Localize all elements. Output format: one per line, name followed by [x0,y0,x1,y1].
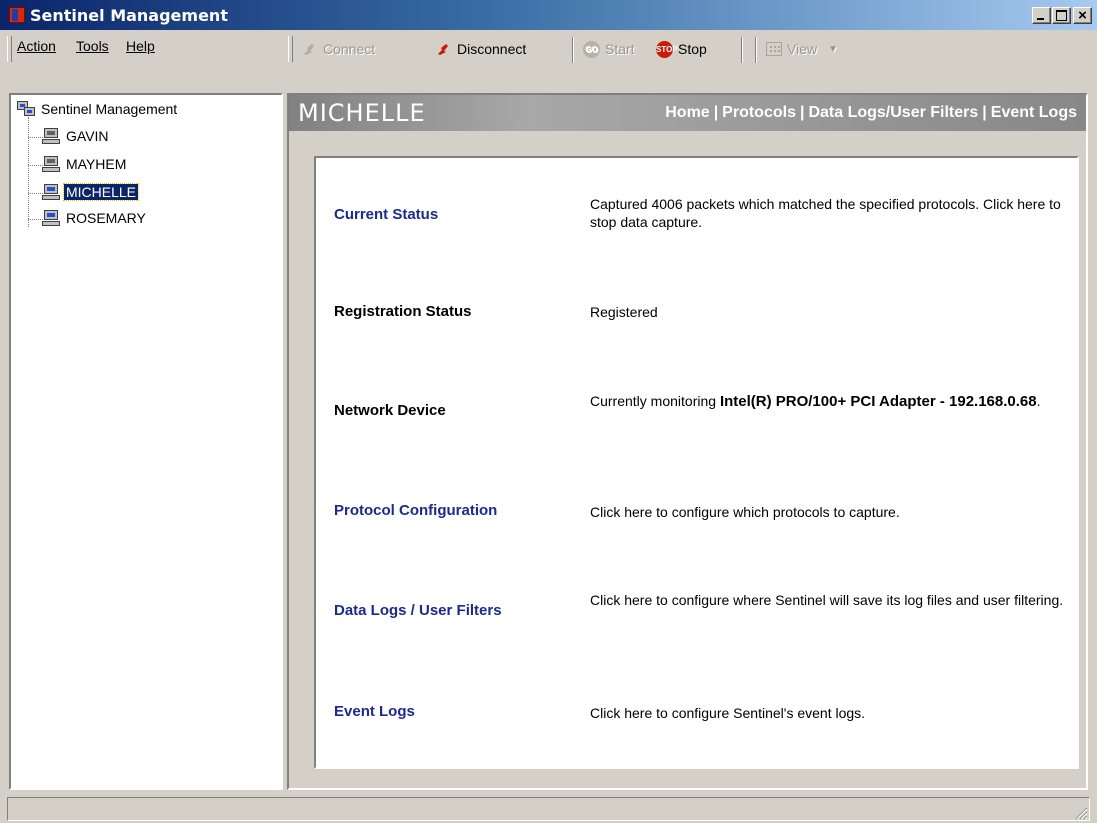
computer-icon [42,210,60,226]
network-device-name: Intel(R) PRO/100+ PCI Adapter - 192.168.… [719,393,1037,410]
disconnect-button[interactable]: Disconnect [436,37,526,61]
tree-node-label: MAYHEM [66,156,127,172]
nav-link-data-logs[interactable]: Data Logs/User Filters [808,104,978,121]
tree-node-michelle[interactable]: MICHELLE [42,183,140,201]
connect-label: Connect [323,41,376,57]
resize-grip-icon[interactable] [1072,804,1088,820]
minimize-icon [1037,18,1044,20]
maximize-icon [1056,10,1067,21]
current-status-value[interactable]: Captured 4006 packets which matched the … [590,195,1065,231]
nav-link-event-logs[interactable]: Event Logs [991,104,1077,121]
disconnect-label: Disconnect [457,41,527,57]
tree-root-label: Sentinel Management [41,101,178,117]
stop-icon: STOP [656,40,678,58]
server-tree-panel[interactable]: Sentinel Management GAVIN MAYHEM MICHELL… [9,93,283,790]
event-logs-link[interactable]: Event Logs [334,703,415,720]
tree-node-gavin[interactable]: GAVIN [42,127,111,145]
event-logs-value[interactable]: Click here to configure Sentinel's event… [590,704,1065,722]
nav-separator: | [713,104,719,121]
computer-icon [42,184,60,200]
tree-node-label: MICHELLE [62,183,140,201]
view-grid-icon [766,42,782,56]
connect-button[interactable]: Connect [302,37,375,61]
protocol-configuration-link[interactable]: Protocol Configuration [334,502,497,519]
page-title: MICHELLE [298,99,426,127]
current-status-link[interactable]: Current Status [334,206,438,223]
stop-label: Stop [678,41,707,57]
registration-status-label: Registration Status [334,303,472,320]
registration-status-value: Registered [590,304,658,320]
maximize-button[interactable] [1052,7,1071,24]
tree-connector [28,165,43,166]
tree-connector [28,219,43,220]
toolbar-grip-handle[interactable] [288,36,293,62]
menu-action[interactable]: Action [17,38,56,54]
network-device-prefix: Currently monitoring [590,393,720,409]
menu-tools-label: Tools [76,38,109,54]
start-button[interactable]: GO Start [583,37,635,61]
minimize-button[interactable] [1032,7,1051,24]
nav-separator: | [799,104,805,121]
tree-node-mayhem[interactable]: MAYHEM [42,155,128,173]
close-button[interactable]: × [1073,7,1092,24]
network-device-value: Currently monitoring Intel(R) PRO/100+ P… [590,392,1065,411]
tree-connector [28,137,43,138]
status-bar [7,797,1090,821]
toolbar-separator [572,37,574,63]
tree-connector [28,193,43,194]
data-logs-user-filters-value[interactable]: Click here to configure where Sentinel w… [590,591,1065,609]
computer-icon [42,156,60,172]
app-logo-icon[interactable] [9,7,25,23]
view-dropdown-button[interactable]: View ▼ [766,37,838,61]
tree-node-label: ROSEMARY [66,210,146,226]
menu-tools[interactable]: Tools [76,38,109,54]
chevron-down-icon: ▼ [828,43,838,55]
network-device-label: Network Device [334,402,446,419]
toolbar-separator [755,37,757,63]
close-icon: × [1078,7,1087,24]
connect-plug-icon [302,42,318,56]
status-card [314,156,1079,769]
go-icon: GO [583,40,600,58]
data-logs-user-filters-link[interactable]: Data Logs / User Filters [334,602,502,619]
nav-link-home[interactable]: Home [665,104,709,121]
view-label: View [787,41,818,57]
nav-separator: | [982,104,987,121]
window-title: Sentinel Management [30,6,228,25]
menu-help-label: Help [126,38,155,54]
pane-navigation: Home | Protocols | Data Logs/User Filters | Ev… [665,104,1077,122]
menu-toolbar-band [0,30,1097,91]
stop-button[interactable]: STOP Stop [656,37,707,61]
tree-connector [28,117,29,227]
menu-grip-handle[interactable] [7,36,12,62]
disconnect-plug-icon [436,42,452,56]
nav-link-protocols[interactable]: Protocols [722,104,796,121]
tree-node-label: GAVIN [66,128,109,144]
tree-root[interactable]: Sentinel Management [17,100,179,118]
menu-action-label: Action [17,38,56,54]
menu-help[interactable]: Help [126,38,155,54]
protocol-configuration-value[interactable]: Click here to configure which protocols … [590,503,1065,521]
tree-node-rosemary[interactable]: ROSEMARY [42,209,148,227]
network-computers-icon [17,101,35,117]
computer-icon [42,128,60,144]
toolbar-separator [741,37,743,63]
network-device-suffix: . [1036,393,1041,409]
start-label: Start [605,41,635,57]
